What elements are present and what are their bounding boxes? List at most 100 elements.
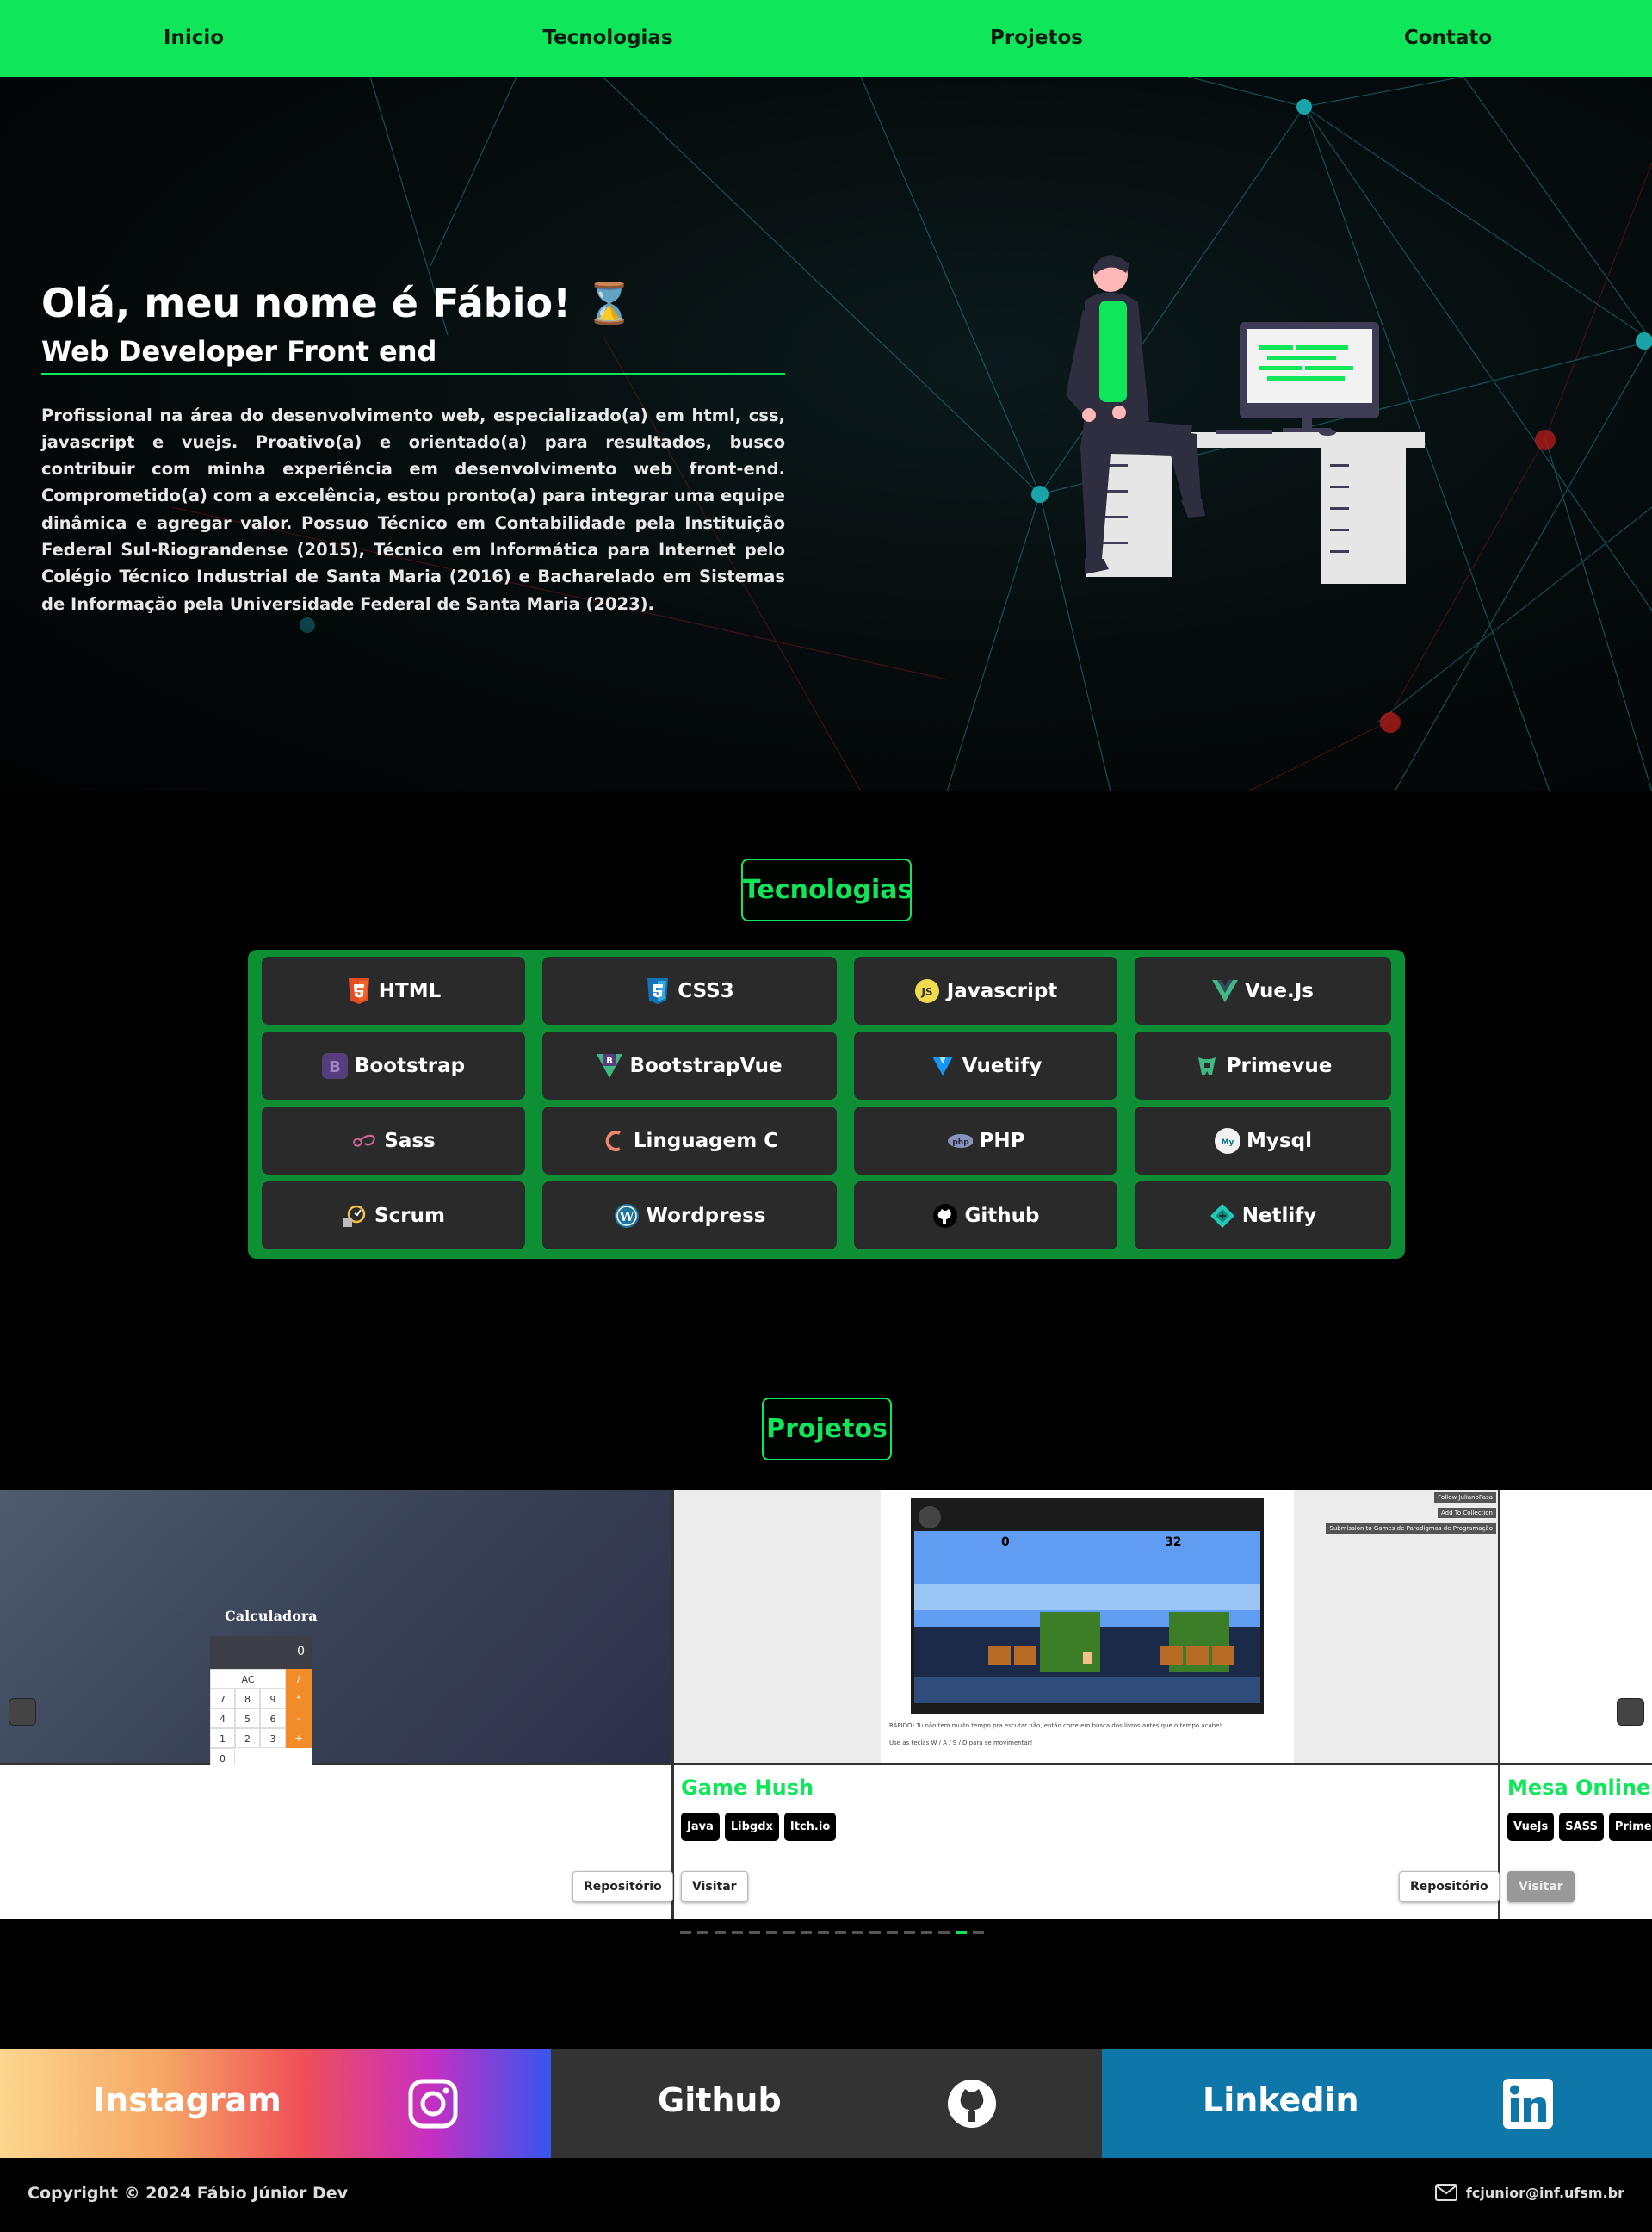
github-icon: [932, 1203, 958, 1229]
footer-email-text: fcjunior@inf.ufsm.br: [1465, 2184, 1624, 2201]
calc-key: 4: [210, 1708, 235, 1728]
game-caption-2: Use as teclas W / A / S / D para se movi…: [889, 1739, 1033, 1746]
javascript-icon: JS: [914, 978, 940, 1004]
carousel-indicator[interactable]: [904, 1931, 915, 1934]
svg-text:B: B: [607, 1057, 614, 1066]
game-repo-button[interactable]: Repositório: [1399, 1871, 1500, 1902]
footer-email[interactable]: fcjunior@inf.ufsm.br: [1434, 2184, 1624, 2201]
tech-item-c: Linguagem C: [542, 1107, 837, 1175]
carousel-indicator[interactable]: [766, 1931, 777, 1934]
carousel-indicator[interactable]: [783, 1931, 795, 1934]
carousel-indicator[interactable]: [680, 1931, 691, 1934]
vuetify-icon: [930, 1053, 956, 1079]
carousel-indicator[interactable]: [956, 1931, 967, 1934]
netlify-icon: [1210, 1203, 1235, 1229]
tech-label: BootstrapVue: [629, 1054, 783, 1077]
carousel-indicator[interactable]: [887, 1931, 898, 1934]
scrum-icon: [342, 1203, 368, 1229]
carousel-next-button[interactable]: [1617, 1698, 1644, 1726]
calc-key: 8: [235, 1689, 260, 1708]
tech-item-html: HTML: [262, 957, 525, 1025]
tech-label: Scrum: [374, 1204, 445, 1227]
tech-label: Primevue: [1226, 1054, 1333, 1077]
calc-key: +: [286, 1728, 312, 1748]
hero-subtitle: Web Developer Front end: [41, 335, 785, 375]
project-title: Mesa Online: [1507, 1776, 1651, 1800]
mesa-visit-button[interactable]: Visitar: [1507, 1871, 1575, 1902]
vue-icon: [1212, 978, 1239, 1004]
submission-button[interactable]: Submission to Games de Paradigmas de Pro…: [1326, 1523, 1496, 1534]
nav-link-inicio[interactable]: Inicio: [164, 0, 224, 77]
carousel-indicator[interactable]: [732, 1931, 743, 1934]
carousel-indicator[interactable]: [835, 1931, 846, 1934]
calc-key: 2: [235, 1728, 260, 1748]
carousel-indicators: [680, 1931, 984, 1934]
tech-item-netlify: Netlify: [1135, 1181, 1391, 1249]
technologies-section-title: Tecnologias: [741, 859, 913, 921]
php-icon: php: [947, 1128, 973, 1154]
footer-copyright: Copyright © 2024 Fábio Júnior Dev: [28, 2184, 348, 2203]
nav-link-tecnologias[interactable]: Tecnologias: [542, 0, 672, 77]
calc-key: *: [286, 1689, 312, 1708]
add-collection-button[interactable]: Add To Collection: [1438, 1508, 1496, 1518]
technologies-grid: HTML CSS3 JS Javascript Vue.Js B Bootstr…: [248, 950, 1405, 1259]
nav-link-projetos[interactable]: Projetos: [990, 0, 1083, 77]
c-language-icon: [601, 1128, 627, 1154]
instagram-link[interactable]: Instagram: [0, 2049, 551, 2158]
tech-item-mysql: My Mysql: [1135, 1107, 1391, 1175]
carousel-indicator[interactable]: [818, 1931, 829, 1934]
carousel-indicator[interactable]: [715, 1931, 726, 1934]
carousel-indicator[interactable]: [801, 1931, 812, 1934]
tech-item-javascript: JS Javascript: [854, 957, 1117, 1025]
calc-key: AC: [210, 1669, 286, 1689]
nav-link-contato[interactable]: Contato: [1404, 0, 1492, 77]
tech-item-wordpress: W Wordpress: [542, 1181, 837, 1249]
project-image: 0 32 RÁPIDO! Tu não tem muito tempo pra …: [674, 1490, 1498, 1765]
calc-key: 7: [210, 1689, 235, 1708]
project-tag: Itch.io: [783, 1813, 837, 1841]
bootstrapvue-icon: B: [597, 1053, 623, 1079]
calculator-title: Calculadora: [225, 1608, 318, 1624]
svg-text:php: php: [952, 1138, 969, 1147]
follow-button[interactable]: Follow JulianoPasa: [1434, 1492, 1496, 1503]
svg-text:My: My: [1222, 1138, 1234, 1147]
tech-label: HTML: [378, 979, 442, 1002]
github-link[interactable]: Github: [551, 2049, 1102, 2158]
linkedin-link[interactable]: Linkedin: [1102, 2049, 1652, 2158]
hero-description: Profissional na área do desenvolvimento …: [41, 405, 785, 614]
itch-page: 0 32 RÁPIDO! Tu não tem muito tempo pra …: [881, 1490, 1294, 1763]
carousel-prev-button[interactable]: [9, 1698, 36, 1726]
carousel-indicator[interactable]: [697, 1931, 708, 1934]
game-visit-button[interactable]: Visitar: [681, 1871, 748, 1902]
calc-key: 0: [210, 1748, 235, 1765]
carousel-indicator[interactable]: [973, 1931, 984, 1934]
calc-key: 1: [210, 1728, 235, 1748]
calc-key: 6: [260, 1708, 286, 1728]
carousel-indicator[interactable]: [869, 1931, 881, 1934]
tech-item-php: php PHP: [854, 1107, 1117, 1175]
bootstrap-icon: B: [321, 1052, 348, 1079]
tech-item-vue: Vue.Js: [1135, 957, 1391, 1025]
carousel-indicator[interactable]: [749, 1931, 760, 1934]
carousel-indicator[interactable]: [852, 1931, 863, 1934]
calculator-repo-button[interactable]: Repositório: [572, 1871, 673, 1902]
developer-illustration: [1066, 255, 1425, 584]
tech-label: Vuetify: [962, 1054, 1043, 1077]
tech-label: Sass: [384, 1129, 436, 1152]
carousel-indicator[interactable]: [938, 1931, 950, 1934]
project-card-calculator: Calculadora 0 AC / 7 8 9 * 4 5 6 - 1 2 3…: [0, 1490, 674, 1919]
game-frame: 0 32: [911, 1498, 1264, 1714]
tech-label: PHP: [979, 1129, 1025, 1152]
tech-item-bootstrap: B Bootstrap: [262, 1032, 525, 1100]
game-screenshot: 0 32: [914, 1506, 1260, 1703]
tech-label: Linguagem C: [633, 1129, 779, 1152]
mysql-icon: My: [1214, 1127, 1241, 1154]
project-tag: Java: [681, 1813, 720, 1841]
svg-text:B: B: [329, 1058, 341, 1076]
tech-item-css3: CSS3: [542, 957, 837, 1025]
project-card-game-hush: 0 32 RÁPIDO! Tu não tem muito tempo pra …: [674, 1490, 1500, 1919]
tech-item-primevue: Primevue: [1135, 1032, 1391, 1100]
game-score-left: 0: [1001, 1535, 1010, 1549]
carousel-indicator[interactable]: [921, 1931, 932, 1934]
project-tag: Libgdx: [724, 1813, 779, 1841]
